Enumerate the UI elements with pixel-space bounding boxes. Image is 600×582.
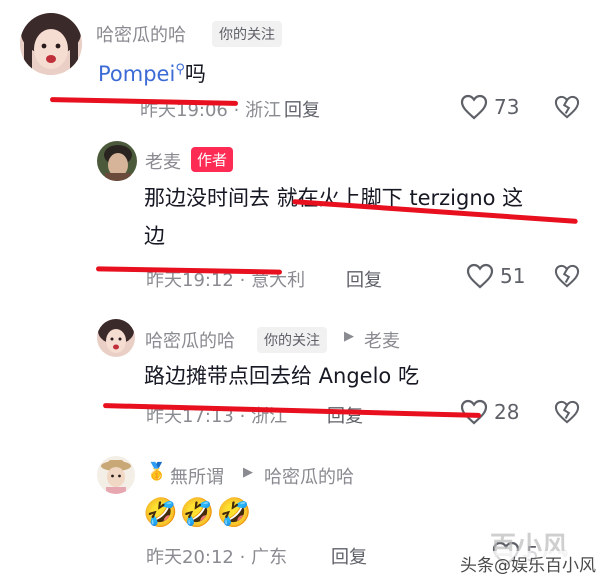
- dislike-button[interactable]: [554, 95, 580, 119]
- comment-text: 路边摊带点回去给 Angelo 吃: [144, 364, 419, 388]
- comment-text-rest: 吗: [184, 62, 206, 86]
- user-avatar-icon: [20, 13, 82, 75]
- broken-heart-icon: [554, 400, 580, 424]
- following-badge: 你的关注: [212, 21, 282, 47]
- avatar[interactable]: [97, 456, 135, 494]
- following-badge: 你的关注: [257, 327, 327, 353]
- user-avatar-icon: [97, 456, 135, 494]
- avatar[interactable]: [97, 141, 137, 181]
- broken-heart-icon: [554, 264, 580, 288]
- reply-button[interactable]: 回复: [284, 96, 320, 122]
- avatar[interactable]: [20, 13, 82, 75]
- reply-arrow-icon: ▶: [243, 465, 253, 480]
- broken-heart-icon: [554, 95, 580, 119]
- watermark: 头条@娱乐百小风: [458, 551, 598, 576]
- comment-author-name[interactable]: 無所谓: [170, 463, 224, 489]
- dislike-button[interactable]: [554, 400, 580, 424]
- search-link[interactable]: Pompei: [98, 62, 175, 86]
- like-button[interactable]: 73: [460, 94, 519, 120]
- separator-dot: ·: [239, 547, 246, 568]
- dislike-button[interactable]: [554, 264, 580, 288]
- like-button[interactable]: 51: [466, 263, 525, 289]
- comment-text: Pompei⚲吗: [98, 51, 206, 93]
- like-count: 28: [494, 400, 520, 424]
- heart-icon: [466, 263, 494, 289]
- reply-button[interactable]: 回复: [327, 402, 363, 428]
- comment-author-name[interactable]: 哈密瓜的哈: [145, 327, 235, 353]
- reply-arrow-icon: ▶: [344, 329, 354, 344]
- search-icon[interactable]: ⚲: [175, 62, 185, 77]
- reply-to-name[interactable]: 老麦: [364, 327, 400, 353]
- comment-location: 浙江: [245, 100, 282, 121]
- comment-time: 昨天20:12: [146, 547, 234, 568]
- reply-to-name[interactable]: 哈密瓜的哈: [264, 463, 354, 489]
- heart-icon: [460, 94, 488, 120]
- comment-location: 广东: [251, 547, 288, 568]
- reply-button[interactable]: 回复: [346, 266, 382, 292]
- comment-author-name[interactable]: 老麦: [145, 148, 181, 174]
- comment-text-continued: 边: [144, 224, 165, 248]
- reply-button[interactable]: 回复: [331, 543, 367, 569]
- avatar[interactable]: [97, 319, 135, 357]
- author-badge: 作者: [191, 147, 234, 172]
- like-count: 51: [500, 264, 526, 288]
- comment-author-name[interactable]: 哈密瓜的哈: [96, 21, 186, 47]
- comment-meta: 昨天20:12 · 广东: [146, 543, 287, 569]
- emoji-content: 🤣🤣🤣: [143, 496, 254, 529]
- like-count: 73: [494, 95, 520, 119]
- medal-icon: 🥇: [146, 462, 168, 482]
- user-avatar-icon: [97, 319, 135, 357]
- user-avatar-icon: [97, 141, 137, 181]
